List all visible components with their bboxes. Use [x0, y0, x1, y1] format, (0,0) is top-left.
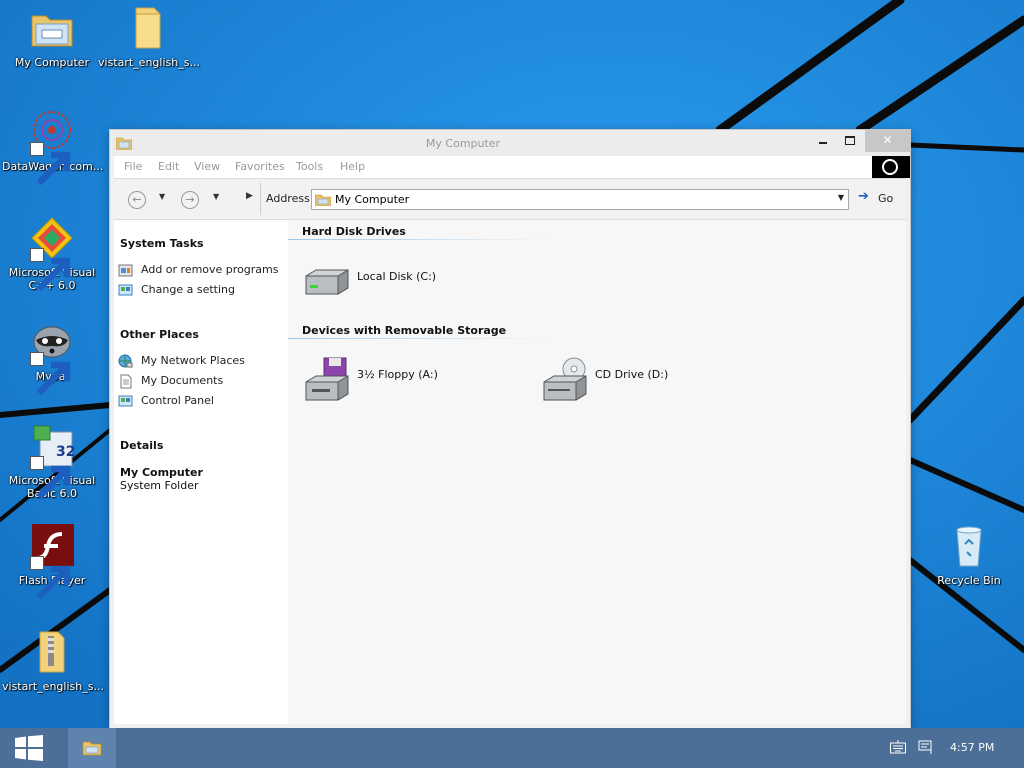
toolbar-separator: [260, 183, 261, 215]
other-places-heading: Other Places: [120, 328, 199, 341]
zip-folder-icon: [28, 628, 76, 676]
minimize-button[interactable]: [810, 130, 836, 152]
my-computer-small-icon: [315, 194, 331, 206]
group-divider: [288, 239, 550, 240]
shortcut-arrow-icon: [30, 556, 71, 600]
flash-player-icon: [28, 522, 76, 600]
go-button[interactable]: Go: [878, 192, 893, 205]
desktop-icon-vistart-folder[interactable]: vistart_english_s...: [98, 4, 200, 69]
desktop-icon-label: vistart_english_s...: [2, 680, 104, 693]
forward-button[interactable]: →: [181, 191, 199, 209]
drive-label: CD Drive (D:): [595, 368, 669, 381]
desktop-icon-label: My Computer: [14, 56, 90, 69]
add-remove-programs-icon: [118, 264, 133, 277]
datawagon-icon: [28, 108, 76, 186]
visual-basic-icon: 32: [28, 422, 76, 500]
drive-label: 3½ Floppy (A:): [357, 368, 438, 381]
floppy-drive-icon: [305, 357, 349, 401]
control-panel-icon: [118, 284, 133, 296]
menu-edit[interactable]: Edit: [158, 160, 179, 173]
start-button[interactable]: [0, 728, 58, 768]
close-button[interactable]: ✕: [865, 130, 910, 152]
place-label: Control Panel: [141, 394, 214, 407]
drive-label: Local Disk (C:): [357, 270, 437, 283]
maximize-icon: [845, 136, 855, 145]
menu-help[interactable]: Help: [340, 160, 365, 173]
explorer-window: My Computer ✕ File Edit View Favorites T…: [110, 130, 910, 728]
group-heading-hard-disk-drives: Hard Disk Drives: [302, 225, 406, 238]
menu-file[interactable]: File: [124, 160, 142, 173]
recycle-bin-icon: [945, 522, 993, 570]
task-change-setting[interactable]: Change a setting: [118, 282, 288, 298]
task-pane: System Tasks Add or remove programs Chan…: [114, 220, 288, 724]
system-clock[interactable]: 4:57 PM: [950, 741, 994, 754]
control-panel-icon: [118, 395, 133, 407]
window-title: My Computer: [425, 137, 501, 150]
shortcut-arrow-icon: [30, 456, 71, 500]
back-button[interactable]: ←: [128, 191, 146, 209]
place-label: My Documents: [141, 374, 224, 387]
desktop-icon-label: Recycle Bin: [937, 574, 1001, 587]
maximize-button[interactable]: [837, 130, 863, 152]
desktop-icon-my-computer[interactable]: My Computer: [2, 4, 102, 69]
action-center-flag-icon[interactable]: [918, 739, 934, 755]
taskbar-explorer-button[interactable]: [68, 728, 116, 768]
forward-history-dropdown[interactable]: ▼: [213, 192, 219, 201]
go-arrow-icon[interactable]: ➔: [858, 189, 869, 204]
desktop-icon-recycle-bin[interactable]: Recycle Bin: [919, 522, 1019, 587]
address-dropdown-icon[interactable]: ▼: [838, 193, 844, 202]
place-label: My Network Places: [141, 354, 245, 367]
windows-logo-icon: [15, 735, 43, 761]
minimize-icon: [819, 142, 827, 144]
keyboard-icon[interactable]: [890, 740, 906, 754]
ring-logo-icon: [882, 159, 898, 175]
details-heading: Details: [120, 439, 164, 452]
close-icon: ✕: [882, 133, 893, 147]
navigation-toolbar: ← ▼ → ▼ ▶ Address My Computer ▼ ➔ Go: [114, 178, 906, 220]
cd-drive-icon: [543, 357, 587, 401]
details-item-type: System Folder: [120, 479, 199, 492]
shortcut-arrow-icon: [30, 352, 71, 396]
group-heading-removable-storage: Devices with Removable Storage: [302, 324, 507, 337]
toolbar-overflow-chevron-icon[interactable]: ▶: [246, 191, 253, 201]
address-label: Address: [266, 192, 310, 205]
desktop-icon-mypal[interactable]: Mypal: [2, 318, 102, 396]
my-computer-icon: [28, 4, 76, 52]
back-history-dropdown[interactable]: ▼: [159, 192, 165, 201]
details-item-name: My Computer: [120, 466, 203, 479]
taskbar: 4:57 PM: [0, 728, 1024, 768]
place-control-panel[interactable]: Control Panel: [118, 393, 288, 409]
visual-cpp-icon: [28, 214, 76, 292]
task-label: Change a setting: [141, 283, 235, 296]
task-label: Add or remove programs: [141, 263, 279, 276]
address-bar[interactable]: My Computer ▼: [311, 189, 849, 210]
menu-favorites[interactable]: Favorites: [235, 160, 285, 173]
mypal-raccoon-icon: [28, 318, 76, 396]
throbber-logo: [872, 156, 910, 178]
menu-tools[interactable]: Tools: [296, 160, 323, 173]
documents-icon: [120, 374, 132, 389]
desktop-icon-vistart-zip[interactable]: vistart_english_s...: [2, 628, 104, 693]
menu-bar: File Edit View Favorites Tools Help: [114, 156, 910, 178]
address-value: My Computer: [335, 193, 410, 206]
desktop-icon-flash-player[interactable]: Flash Player: [2, 522, 102, 600]
shortcut-arrow-icon: [30, 142, 71, 186]
system-tasks-heading: System Tasks: [120, 237, 204, 250]
network-globe-icon: [118, 354, 133, 368]
hard-disk-icon: [305, 269, 349, 295]
group-divider: [288, 338, 550, 339]
desktop-icon-visual-basic[interactable]: 32 Microsoft Visual Basic 6.0: [2, 422, 102, 500]
desktop-icon-visual-cpp[interactable]: Microsoft Visual C++ 6.0: [2, 214, 102, 292]
task-add-remove-programs[interactable]: Add or remove programs: [118, 262, 288, 278]
desktop-icon-datawagon[interactable]: DataWagon.com...: [2, 108, 103, 186]
desktop-icon-label: vistart_english_s...: [98, 56, 200, 69]
drives-view: Hard Disk Drives Local Disk (C:) Devices…: [288, 220, 906, 724]
menu-view[interactable]: View: [194, 160, 220, 173]
place-my-network-places[interactable]: My Network Places: [118, 353, 288, 369]
shortcut-arrow-icon: [30, 248, 71, 292]
folder-icon: [124, 4, 172, 52]
place-my-documents[interactable]: My Documents: [118, 373, 288, 389]
title-bar[interactable]: My Computer ✕: [110, 130, 910, 156]
explorer-folder-icon: [82, 741, 102, 756]
